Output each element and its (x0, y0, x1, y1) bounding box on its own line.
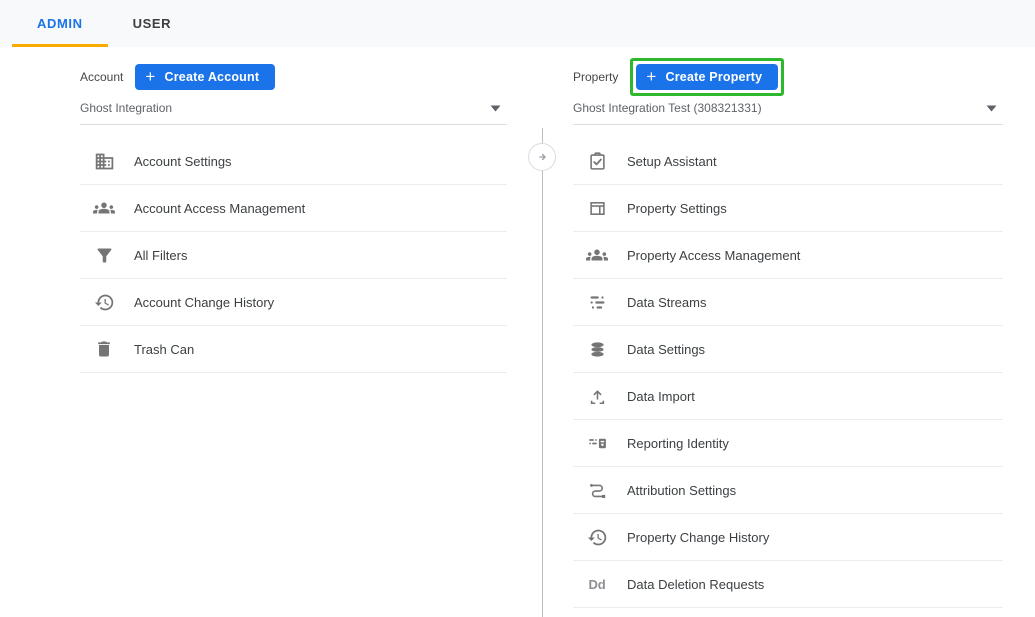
tab-admin-label: ADMIN (37, 16, 83, 31)
data-import-icon (585, 384, 609, 408)
create-property-button[interactable]: + Create Property (636, 64, 778, 90)
list-item[interactable]: Account Change History (80, 279, 507, 326)
groups-icon (92, 196, 116, 220)
list-item[interactable]: Trash Can (80, 326, 507, 373)
tab-user-label: USER (133, 16, 172, 31)
setup-assistant-icon (585, 149, 609, 173)
property-selector-value: Ghost Integration Test (308321331) (573, 101, 762, 115)
property-menu-list: Setup Assistant Property Settings Proper… (573, 138, 1003, 608)
account-selector[interactable]: Ghost Integration (80, 101, 507, 125)
chevron-down-icon (986, 105, 997, 112)
business-icon (92, 149, 116, 173)
ga-admin-screen: ADMIN USER Account + Create Account Ghos… (0, 0, 1035, 617)
list-item[interactable]: Account Access Management (80, 185, 507, 232)
property-column: Property + Create Property Ghost Integra… (573, 62, 1003, 608)
list-item[interactable]: Dd Data Deletion Requests (573, 561, 1003, 608)
attribution-settings-icon (585, 478, 609, 502)
trash-icon (92, 337, 116, 361)
account-section-label: Account (80, 70, 123, 84)
reporting-identity-icon (585, 431, 609, 455)
list-item[interactable]: Property Access Management (573, 232, 1003, 279)
data-settings-icon (585, 337, 609, 361)
property-header: Property + Create Property (573, 62, 1003, 92)
plus-icon: + (646, 68, 656, 85)
account-header: Account + Create Account (80, 62, 507, 92)
account-selector-value: Ghost Integration (80, 101, 172, 115)
list-item[interactable]: Property Change History (573, 514, 1003, 561)
tab-user[interactable]: USER (108, 0, 197, 47)
list-item[interactable]: Property Settings (573, 185, 1003, 232)
property-selector[interactable]: Ghost Integration Test (308321331) (573, 101, 1003, 125)
expand-property-column-button[interactable] (528, 143, 556, 171)
list-item[interactable]: Setup Assistant (573, 138, 1003, 185)
list-item[interactable]: Data Import (573, 373, 1003, 420)
groups-icon (585, 243, 609, 267)
filter-icon (92, 243, 116, 267)
annotation-highlight-box: + Create Property (630, 58, 784, 96)
list-item[interactable]: Data Settings (573, 326, 1003, 373)
chevron-down-icon (490, 105, 501, 112)
account-column: Account + Create Account Ghost Integrati… (80, 62, 507, 373)
dd-icon: Dd (585, 572, 609, 596)
list-item[interactable]: Reporting Identity (573, 420, 1003, 467)
create-account-button[interactable]: + Create Account (135, 64, 275, 90)
property-section-label: Property (573, 70, 618, 84)
list-item[interactable]: Account Settings (80, 138, 507, 185)
property-settings-icon (585, 196, 609, 220)
column-divider (542, 128, 543, 617)
history-icon (92, 290, 116, 314)
create-account-button-label: Create Account (165, 70, 260, 84)
history-icon (585, 525, 609, 549)
list-item[interactable]: All Filters (80, 232, 507, 279)
create-property-button-label: Create Property (666, 70, 763, 84)
tab-admin[interactable]: ADMIN (12, 0, 108, 47)
data-streams-icon (585, 290, 609, 314)
plus-icon: + (145, 68, 155, 85)
list-item[interactable]: Data Streams (573, 279, 1003, 326)
arrow-right-icon (534, 149, 550, 165)
account-menu-list: Account Settings Account Access Manageme… (80, 138, 507, 373)
list-item[interactable]: Attribution Settings (573, 467, 1003, 514)
top-tabbar: ADMIN USER (0, 0, 1035, 47)
